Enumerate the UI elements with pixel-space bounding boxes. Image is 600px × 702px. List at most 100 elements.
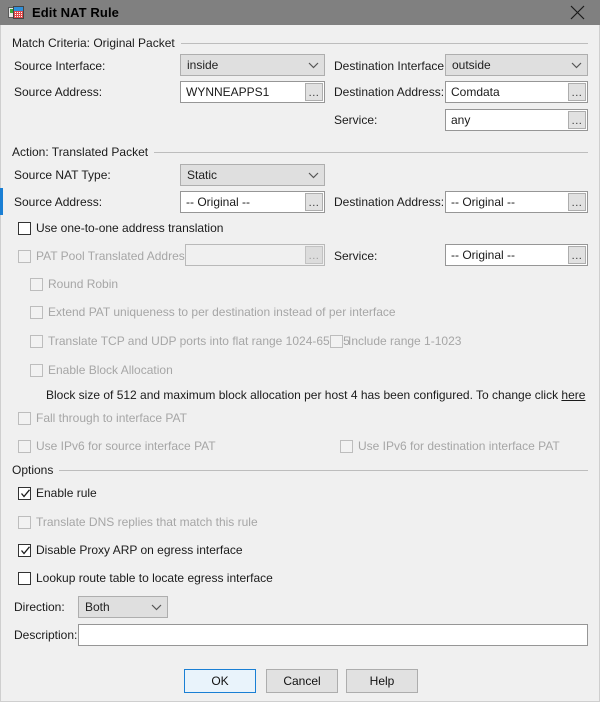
checkbox-translate-dns-replies[interactable]: Translate DNS replies that match this ru… [18, 515, 258, 529]
checkbox-disable-proxy-arp[interactable]: Disable Proxy ARP on egress interface [18, 543, 243, 557]
checkbox-include-range-1-1023[interactable]: Include range 1-1023 [330, 334, 461, 348]
label-direction: Direction: [14, 600, 65, 614]
group-rule-line [59, 469, 588, 471]
checkbox-label: Use IPv6 for source interface PAT [36, 439, 216, 453]
checkbox-extend-pat-uniqueness[interactable]: Extend PAT uniqueness to per destination… [30, 305, 396, 319]
checkbox-pat-pool-translated-address[interactable]: PAT Pool Translated Address: [18, 249, 194, 263]
checkbox-label: Translate DNS replies that match this ru… [36, 515, 258, 529]
destination-address-value: Comdata [451, 85, 500, 99]
translated-source-address-field[interactable]: -- Original -- ... [180, 191, 325, 213]
group-rule-line [180, 42, 588, 44]
checkbox-label: Disable Proxy ARP on egress interface [36, 543, 243, 557]
chevron-down-icon [302, 62, 324, 69]
close-icon[interactable] [554, 0, 600, 25]
source-address-value: WYNNEAPPS1 [186, 85, 270, 99]
checkbox-box [18, 571, 31, 585]
destination-address-field[interactable]: Comdata ... [445, 81, 588, 103]
checkbox-box [18, 515, 31, 529]
block-allocation-here-link[interactable]: here [561, 388, 585, 402]
translated-destination-address-field[interactable]: -- Original -- ... [445, 191, 588, 213]
direction-combobox[interactable]: Both [78, 596, 168, 618]
checkbox-label: Fall through to interface PAT [36, 411, 187, 425]
block-allocation-note-text: Block size of 512 and maximum block allo… [46, 388, 562, 402]
service-field[interactable]: any ... [445, 109, 588, 131]
label-source-nat-type: Source NAT Type: [14, 168, 111, 182]
pat-service-value: -- Original -- [451, 248, 516, 262]
translated-destination-address-browse-button[interactable]: ... [568, 193, 586, 211]
source-nat-type-combobox[interactable]: Static [180, 164, 325, 186]
source-address-browse-button[interactable]: ... [305, 83, 323, 101]
source-nat-type-value: Static [187, 168, 218, 182]
checkbox-label: Enable rule [36, 486, 97, 500]
group-label-options: Options [12, 463, 54, 477]
checkbox-label: Use IPv6 for destination interface PAT [358, 439, 560, 453]
edit-nat-rule-dialog: Edit NAT Rule Match Criteria: Original P… [0, 0, 600, 702]
source-interface-combobox[interactable]: inside [180, 54, 325, 76]
label-translated-source-address: Source Address: [14, 195, 103, 209]
description-field[interactable] [78, 624, 588, 646]
checkbox-box [18, 486, 31, 500]
checkbox-box [30, 334, 43, 348]
checkbox-enable-rule[interactable]: Enable rule [18, 486, 97, 500]
group-label-action: Action: Translated Packet [12, 145, 149, 159]
label-destination-address: Destination Address: [334, 85, 445, 99]
destination-interface-combobox[interactable]: outside [445, 54, 588, 76]
label-source-interface: Source Interface: [14, 59, 106, 73]
direction-value: Both [85, 600, 110, 614]
ok-button[interactable]: OK [184, 669, 256, 693]
destination-interface-value: outside [452, 58, 491, 72]
label-service: Service: [334, 113, 378, 127]
checkbox-box [18, 249, 31, 263]
checkbox-box [30, 363, 43, 377]
left-border [0, 25, 1, 702]
checkbox-label: Use one-to-one address translation [36, 221, 224, 235]
group-header-action: Action: Translated Packet [12, 145, 588, 159]
checkbox-box [30, 277, 43, 291]
label-source-address: Source Address: [14, 85, 103, 99]
translated-source-address-value: -- Original -- [186, 195, 251, 209]
dialog-body: Match Criteria: Original Packet Source I… [0, 25, 600, 702]
checkbox-box [18, 439, 31, 453]
checkbox-box [30, 305, 43, 319]
checkbox-lookup-route-table[interactable]: Lookup route table to locate egress inte… [18, 571, 273, 585]
translated-source-address-browse-button[interactable]: ... [305, 193, 323, 211]
checkbox-round-robin[interactable]: Round Robin [30, 277, 118, 291]
label-pat-service: Service: [334, 249, 378, 263]
group-header-options: Options [12, 463, 588, 477]
nat-rule-icon [8, 5, 24, 20]
checkbox-fall-through-interface-pat[interactable]: Fall through to interface PAT [18, 411, 187, 425]
checkbox-ipv6-source-interface-pat[interactable]: Use IPv6 for source interface PAT [18, 439, 216, 453]
checkbox-ipv6-destination-interface-pat[interactable]: Use IPv6 for destination interface PAT [340, 439, 560, 453]
service-value: any [451, 113, 471, 127]
checkbox-label: Extend PAT uniqueness to per destination… [48, 305, 396, 319]
checkbox-enable-block-allocation[interactable]: Enable Block Allocation [30, 363, 173, 377]
label-description: Description: [14, 628, 78, 642]
checkbox-box [18, 221, 31, 235]
translated-destination-address-value: -- Original -- [451, 195, 516, 209]
group-header-match-criteria: Match Criteria: Original Packet [12, 36, 588, 50]
title-bar: Edit NAT Rule [0, 0, 600, 25]
checkbox-box [330, 334, 343, 348]
help-button[interactable]: Help [346, 669, 418, 693]
service-browse-button[interactable]: ... [568, 111, 586, 129]
destination-address-browse-button[interactable]: ... [568, 83, 586, 101]
checkbox-label: Enable Block Allocation [48, 363, 173, 377]
checkbox-label: Lookup route table to locate egress inte… [36, 571, 273, 585]
cancel-button[interactable]: Cancel [266, 669, 338, 693]
checkbox-box [18, 543, 31, 557]
source-interface-value: inside [187, 58, 219, 72]
pat-pool-browse-button: ... [305, 246, 323, 264]
checkbox-box [340, 439, 353, 453]
chevron-down-icon [565, 62, 587, 69]
checkbox-label: Round Robin [48, 277, 119, 291]
checkbox-label: Include range 1-1023 [348, 334, 462, 348]
source-address-field[interactable]: WYNNEAPPS1 ... [180, 81, 325, 103]
pat-service-field[interactable]: -- Original -- ... [445, 244, 588, 266]
check-icon [21, 545, 31, 555]
pat-service-browse-button[interactable]: ... [568, 246, 586, 264]
chevron-down-icon [145, 604, 167, 611]
checkbox-flat-port-range[interactable]: Translate TCP and UDP ports into flat ra… [30, 334, 350, 348]
check-icon [21, 488, 31, 498]
checkbox-label: Translate TCP and UDP ports into flat ra… [48, 334, 350, 348]
checkbox-one-to-one-translation[interactable]: Use one-to-one address translation [18, 221, 223, 235]
